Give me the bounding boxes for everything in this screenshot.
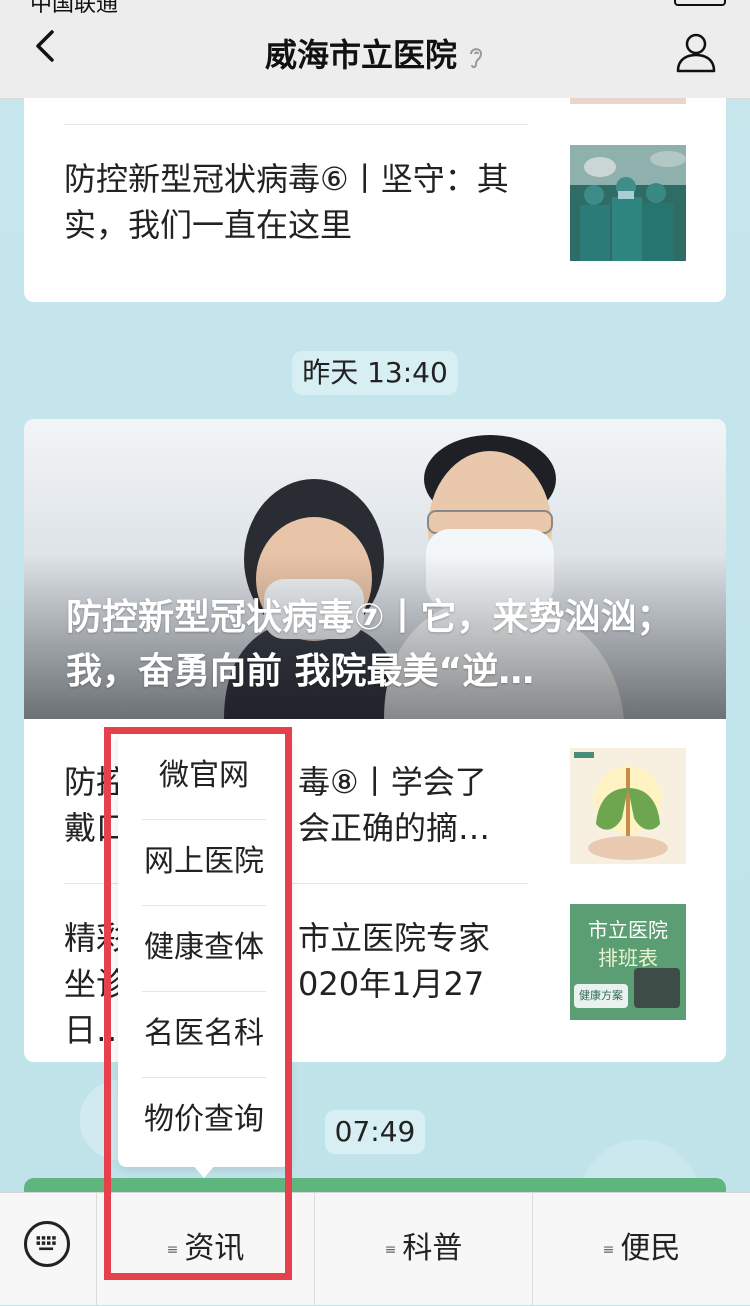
menu-tab-science[interactable]: ≡ 科普 xyxy=(315,1193,533,1305)
battery-icon xyxy=(674,0,726,6)
menu-lines-icon: ≡ xyxy=(384,1241,397,1258)
hero-title[interactable]: 防控新型冠状病毒⑦丨它，来势汹汹；我，奋勇向前 我院最美“逆… xyxy=(66,591,686,699)
article-card: 防控新型冠状病毒⑥丨坚守：其实，我们一直在这里 xyxy=(24,98,726,302)
account-name: 威海市立医院 xyxy=(264,36,457,74)
menu-tab-service[interactable]: ≡ 便民 xyxy=(533,1193,750,1305)
profile-icon[interactable] xyxy=(674,30,718,74)
article-thumbnail[interactable]: 市立医院 排班表 健康方案 xyxy=(570,904,686,1020)
timestamp: 07:49 xyxy=(325,1110,425,1154)
hero-article[interactable]: 防控新型冠状病毒⑦丨它，来势汹汹；我，奋勇向前 我院最美“逆… xyxy=(24,419,726,719)
keyboard-icon xyxy=(24,1221,70,1267)
keyboard-toggle[interactable] xyxy=(0,1193,97,1305)
highlight-box xyxy=(104,727,292,1280)
menu-lines-icon: ≡ xyxy=(602,1241,615,1258)
article-title[interactable]: 防控新型冠状病毒⑥丨坚守：其实，我们一直在这里 xyxy=(64,156,534,248)
article-thumbnail[interactable] xyxy=(570,145,686,261)
page-title: 威海市立医院 xyxy=(0,30,750,76)
carrier-status: 中国联通 xyxy=(30,0,119,17)
navigation-bar: 中国联通 威海市立医院 xyxy=(0,0,750,99)
timestamp: 昨天 13:40 xyxy=(292,351,458,395)
divider xyxy=(64,124,528,125)
ear-icon xyxy=(470,48,483,69)
article-thumbnail[interactable] xyxy=(570,748,686,864)
article-thumbnail[interactable] xyxy=(570,98,686,104)
